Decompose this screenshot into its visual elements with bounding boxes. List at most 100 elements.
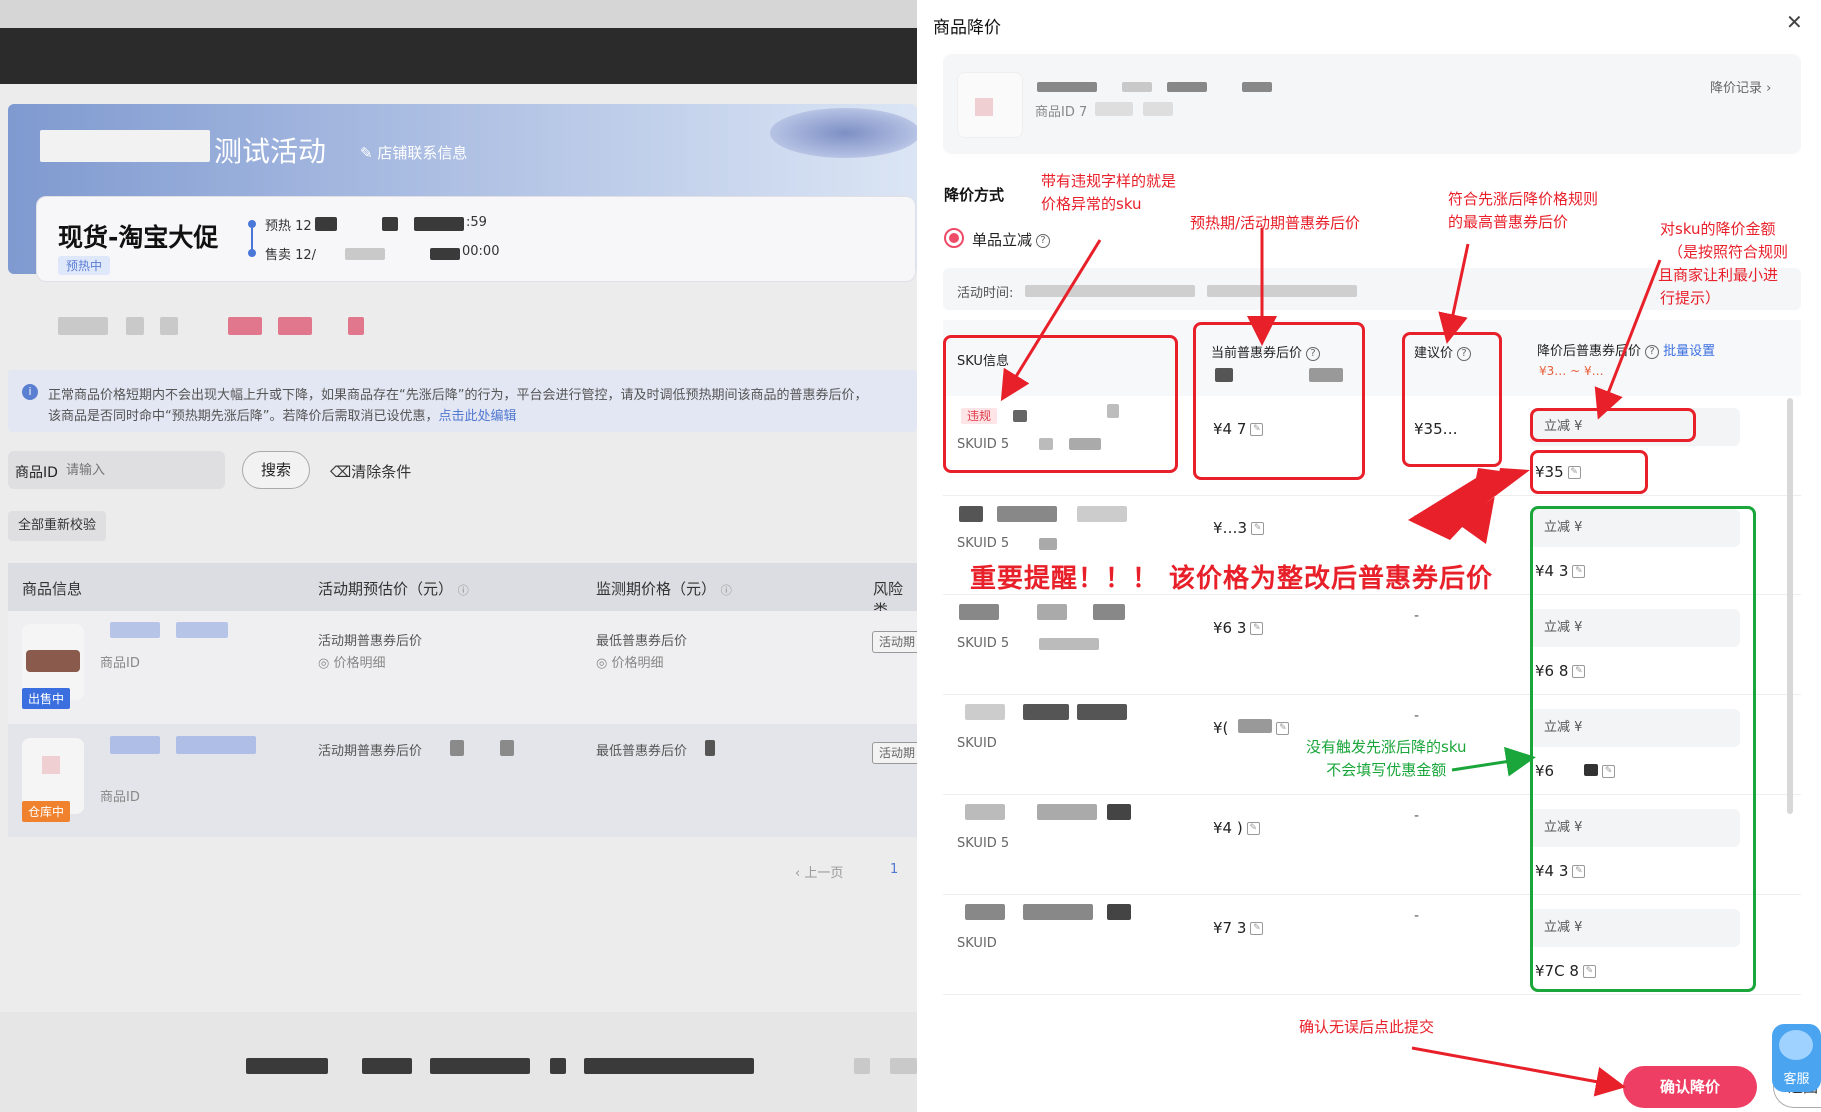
notice-text-line1: 正常商品价格短期内不会出现大幅上升或下降，如果商品存在“先涨后降”的行为，平台会… [48,388,868,403]
sku-id: SKUID [957,736,997,751]
blurred-footer [362,1058,412,1074]
blurred-sku-name [1023,904,1093,920]
blurred-product-title [1122,82,1152,92]
blurred-price [500,740,514,756]
price-detail-link[interactable]: ◎ 价格明细 [318,652,386,671]
table-scrollbar[interactable] [1787,398,1793,814]
column-header: 活动期预估价（元） ⓘ [318,580,469,598]
clear-filter-button[interactable]: ⌫清除条件 [330,461,411,482]
single-reduce-label: 单品立减? [972,229,1051,250]
product-id-input[interactable] [66,456,216,484]
close-icon[interactable]: ✕ [1786,10,1803,34]
blurred-sku-name [1077,506,1127,522]
blurred-date [430,248,460,260]
notice-text-line2: 该商品是否同时命中“预热期先涨后降”。若降价后需取消已设优惠，点击此处编辑 [48,409,517,424]
blurred-sku-id [1039,638,1099,650]
blurred-product-title [1037,82,1097,92]
browser-topbar [0,0,917,28]
prev-page-button[interactable]: ‹ 上一页 [795,862,843,881]
blurred-tab-active[interactable] [278,317,312,335]
annotation-submit-note: 确认无误后点此提交 [1299,1018,1435,1036]
blurred-footer [430,1058,530,1074]
row-separator [943,495,1801,496]
blurred-sku-name [959,604,999,620]
blurred-price [1238,719,1273,733]
notice-edit-link[interactable]: 点击此处编辑 [438,409,516,424]
column-header: 监测期价格（元） ⓘ [596,580,732,598]
help-icon: ? [1036,233,1051,248]
drawer-title: 商品降价 [933,18,1001,38]
edit-icon: ✎ [1250,922,1264,935]
blurred-sku-name [1093,604,1125,620]
blurred-date [414,217,464,231]
blurred-footer [584,1058,754,1074]
batch-set-link[interactable]: 批量设置 [1663,344,1715,359]
blurred-sku-name [959,506,983,522]
price-record-link[interactable]: 降价记录 › [1710,77,1771,96]
suggested-price: - [1414,808,1420,824]
single-reduce-radio[interactable] [944,228,964,248]
blurred-sku-name [965,804,1005,820]
blurred-store-name [40,130,210,162]
blurred-date [345,248,385,260]
current-price: ¥(✎ [1213,719,1290,737]
after-price-range: ¥3… ~ ¥… [1539,364,1604,378]
blurred-product-title [1167,82,1207,92]
timeline-preheat: 预热 12 [265,219,312,234]
dark-header-bar [0,28,917,84]
blurred-product-title [1242,82,1272,92]
page-number[interactable]: 1 [890,862,898,877]
annotation-no-trigger-note: 没有触发先涨后降的sku 不会填写优惠金额 [1306,738,1467,779]
suggested-price: - [1414,708,1420,724]
timeline-dot [248,220,256,228]
blurred-title [110,622,160,638]
blurred-sku-id [1039,538,1057,550]
annotation-box-suggest [1402,332,1502,467]
banner-decoration [770,108,917,158]
product-id: 商品ID 7 [1035,105,1088,120]
help-icon: ? [1645,344,1660,359]
blurred-footer [246,1058,328,1074]
blurred-price [705,740,715,756]
blurred-tab[interactable] [126,317,144,335]
annotation-box-reduce [1530,408,1696,442]
estimated-price-label: 活动期普惠券后价 [318,744,423,759]
blurred-tab-active[interactable] [228,317,262,335]
annotation-suggest-note: 符合先涨后降价格规则 的最高普惠券后价 [1448,190,1599,231]
edit-icon: ✎ [1250,622,1264,635]
timeline-dot [248,249,256,257]
blurred-footer [550,1058,566,1074]
risk-type-tag: 活动期 [872,742,917,764]
activity-title: 测试活动 [214,135,327,168]
blurred-tab-active[interactable] [348,317,364,335]
product-id-label: 商品ID [100,656,140,671]
blurred-sku-name [1107,904,1131,920]
estimated-price-label: 活动期普惠券后价 [318,634,423,649]
annotation-box-after [1530,450,1648,494]
annotation-box-no-trigger [1530,506,1756,992]
blurred-sku-name [965,904,1005,920]
risk-type-tag: 活动期 [872,631,917,653]
status-badge: 仓库中 [22,801,71,822]
suggested-price: - [1414,908,1420,924]
product-thumbnail-dot [975,98,993,116]
blurred-sku-name [1023,704,1069,720]
confirm-reduce-button[interactable]: 确认降价 [1623,1066,1757,1108]
current-price: ¥…3 ✎ [1213,519,1265,537]
price-detail-link[interactable]: ◎ 价格明细 [596,652,664,671]
current-price: ¥6 3 ✎ [1213,619,1264,637]
recheck-all-button[interactable]: 全部重新校验 [8,511,107,541]
sku-id: SKUID 5 [957,536,1010,551]
blurred-title [176,736,256,754]
blurred-tab[interactable] [58,317,108,335]
search-button[interactable]: 搜索 [242,451,310,489]
blurred-footer [854,1058,870,1074]
blurred-footer [890,1058,917,1074]
method-label: 降价方式 [944,186,1005,204]
blurred-sku-name [1037,604,1067,620]
blurred-product-id [1095,102,1133,116]
status-badge: 出售中 [22,688,71,709]
blurred-date [315,217,337,231]
store-contact-link[interactable]: ✎ 店铺联系信息 [360,142,467,163]
blurred-tab[interactable] [160,317,178,335]
